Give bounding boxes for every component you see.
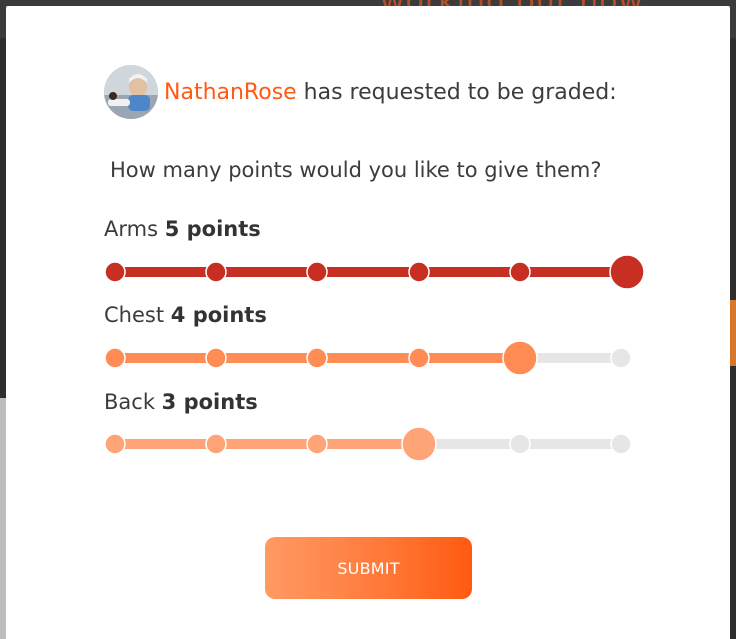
point-stop[interactable] xyxy=(306,347,328,369)
request-message: NathanRose has requested to be graded: xyxy=(164,80,617,105)
submit-button[interactable]: SUBMIT xyxy=(265,537,472,599)
back-points-slider[interactable] xyxy=(104,424,644,464)
point-stop[interactable] xyxy=(509,433,531,455)
request-text: has requested to be graded: xyxy=(296,79,617,105)
point-stop[interactable] xyxy=(306,433,328,455)
backdrop-right-accent xyxy=(730,300,736,366)
point-stop[interactable] xyxy=(104,261,126,283)
point-stop[interactable] xyxy=(205,433,227,455)
arms-points-slider[interactable] xyxy=(104,252,644,292)
criterion-name: Back xyxy=(104,390,155,414)
point-stop[interactable] xyxy=(408,261,430,283)
criterion-points: 3 points xyxy=(161,390,258,414)
grading-question: How many points would you like to give t… xyxy=(110,158,602,182)
point-stop[interactable] xyxy=(205,347,227,369)
request-header: NathanRose has requested to be graded: xyxy=(104,64,617,120)
slider-handle[interactable] xyxy=(401,426,437,462)
grade-request-modal: NathanRose has requested to be graded: H… xyxy=(6,6,730,634)
point-stop[interactable] xyxy=(509,261,531,283)
point-stop[interactable] xyxy=(104,433,126,455)
chest-label: Chest 4 points xyxy=(104,303,267,327)
back-label: Back 3 points xyxy=(104,390,258,414)
avatar-photo-icon xyxy=(104,65,158,119)
criterion-points: 4 points xyxy=(170,303,267,327)
point-stop[interactable] xyxy=(205,261,227,283)
point-stop[interactable] xyxy=(104,347,126,369)
avatar[interactable] xyxy=(104,65,158,119)
slider-handle[interactable] xyxy=(609,254,644,290)
point-stop[interactable] xyxy=(408,347,430,369)
criterion-points: 5 points xyxy=(164,217,261,241)
slider-handle[interactable] xyxy=(502,340,538,376)
point-stop[interactable] xyxy=(306,261,328,283)
criterion-name: Arms xyxy=(104,217,159,241)
chest-points-slider[interactable] xyxy=(104,338,644,378)
point-stop[interactable] xyxy=(610,433,632,455)
arms-label: Arms 5 points xyxy=(104,217,261,241)
point-stop[interactable] xyxy=(610,347,632,369)
criterion-name: Chest xyxy=(104,303,165,327)
user-name-link[interactable]: NathanRose xyxy=(164,80,297,105)
